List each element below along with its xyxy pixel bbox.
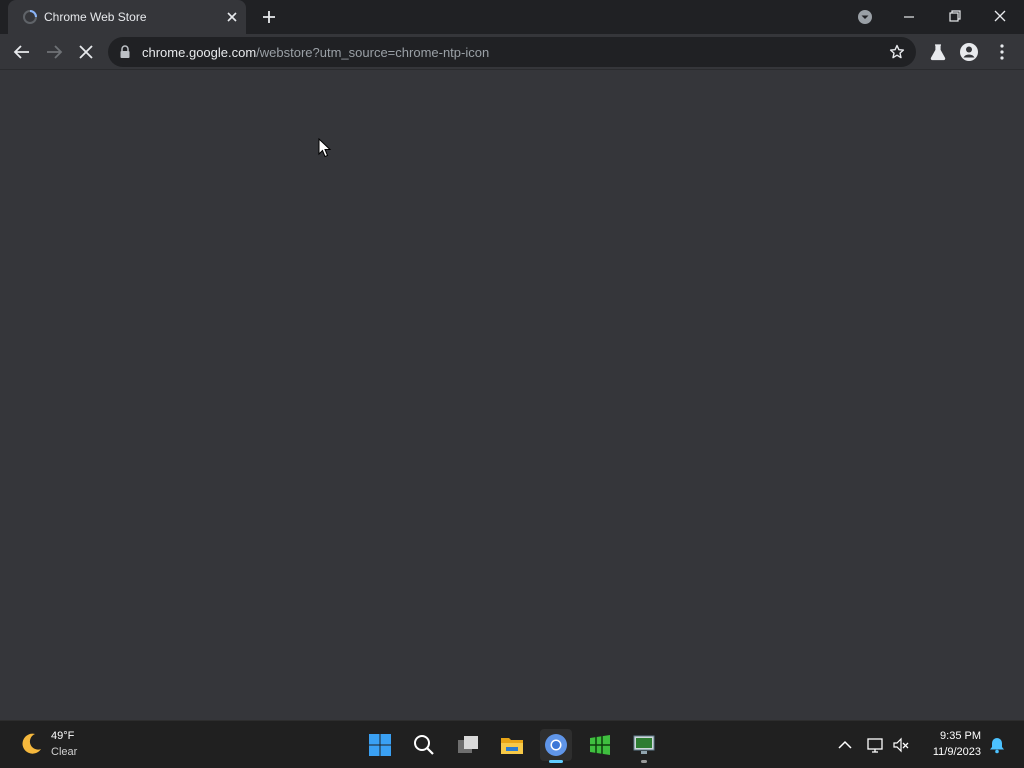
stop-loading-icon[interactable] [75,41,97,63]
weather-temperature: 49°F [51,730,75,742]
new-tab-icon[interactable] [260,8,278,26]
notification-bell-icon[interactable] [988,736,1006,754]
start-button[interactable] [364,729,396,761]
profile-avatar-icon[interactable] [958,41,980,63]
clock-date: 11/9/2023 [932,746,981,758]
file-explorer-button[interactable] [496,729,528,761]
moon-icon [18,731,44,757]
window-close-icon[interactable] [991,7,1009,25]
search-button[interactable] [408,729,440,761]
chrome-window: Chrome Web Store chrome.google.com/webst… [0,0,1024,720]
bookmark-star-icon[interactable] [888,43,906,61]
volume-muted-icon[interactable] [892,736,910,754]
clock-time: 9:35 PM [940,730,981,742]
taskbar: 49°F Clear 9:35 PM 11/9/2023 [0,720,1024,768]
tab-search-icon[interactable] [856,8,874,26]
tab-chrome-web-store[interactable]: Chrome Web Store [8,0,246,34]
mouse-cursor-icon [318,137,332,158]
loading-spinner-icon [22,9,38,25]
url-host: chrome.google.com [142,45,257,60]
toolbar: chrome.google.com/webstore?utm_source=ch… [0,34,1024,70]
url-text: chrome.google.com/webstore?utm_source=ch… [142,45,489,60]
remote-desktop-button[interactable] [628,729,660,763]
tab-strip: Chrome Web Store [0,0,1024,34]
running-app-indicator [641,760,647,763]
omnibox[interactable]: chrome.google.com/webstore?utm_source=ch… [108,37,916,67]
page-content [0,70,1024,720]
lock-icon[interactable] [119,45,131,59]
url-path: /webstore?utm_source=chrome-ntp-icon [256,45,490,60]
chrome-taskbar-button[interactable] [540,729,572,763]
labs-flask-icon[interactable] [927,41,949,63]
kebab-menu-icon[interactable] [991,41,1013,63]
chevron-up-icon[interactable] [836,736,854,754]
spreadsheet-app-button[interactable] [584,729,616,761]
task-view-button[interactable] [452,729,484,761]
weather-condition: Clear [51,746,78,758]
minimize-icon[interactable] [900,8,918,26]
active-app-indicator [549,760,563,763]
back-arrow-icon[interactable] [11,41,33,63]
restore-icon[interactable] [946,7,964,25]
tab-title: Chrome Web Store [44,10,147,24]
network-icon[interactable] [866,736,884,754]
forward-arrow-icon[interactable] [43,41,65,63]
tab-close-icon[interactable] [224,9,240,25]
